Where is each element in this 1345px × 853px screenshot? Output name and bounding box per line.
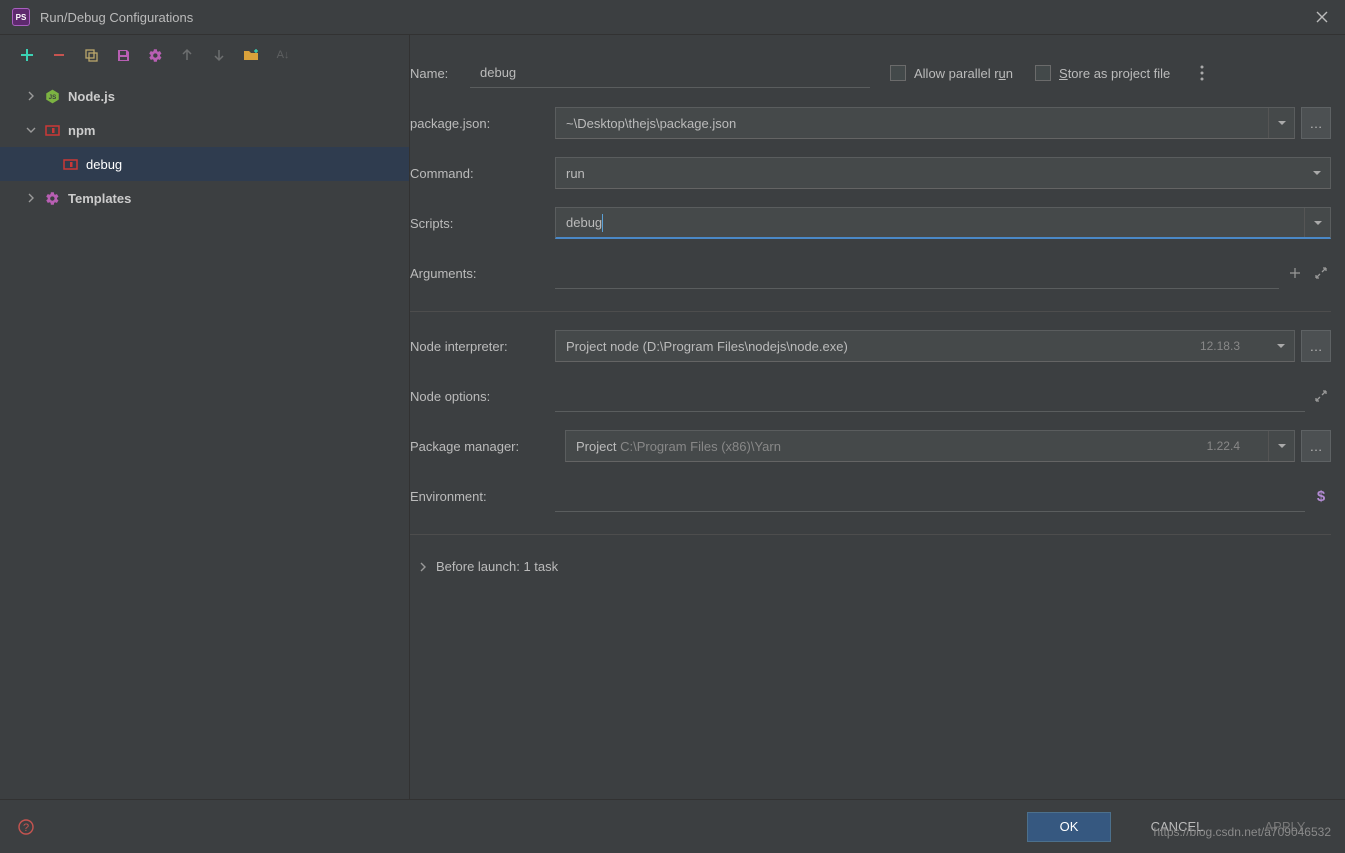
config-form: Name: debug Allow parallel run Store as … xyxy=(410,35,1345,799)
divider xyxy=(410,534,1331,535)
package-manager-select[interactable]: Project C:\Program Files (x86)\Yarn 1.22… xyxy=(565,430,1295,462)
allow-parallel-checkbox[interactable]: Allow parallel run xyxy=(890,65,1013,81)
package-json-label: package.json: xyxy=(410,116,555,131)
divider xyxy=(410,311,1331,312)
row-package-json: package.json: ~\Desktop\thejs\package.js… xyxy=(410,103,1331,143)
name-input[interactable]: debug xyxy=(470,58,870,88)
chevron-right-icon xyxy=(24,191,38,205)
tree-label: Node.js xyxy=(68,89,115,104)
svg-text:JS: JS xyxy=(48,94,56,101)
before-launch-label: Before launch: 1 task xyxy=(436,559,558,574)
ok-button[interactable]: OK xyxy=(1027,812,1111,842)
package-json-input[interactable]: ~\Desktop\thejs\package.json xyxy=(555,107,1295,139)
window-title: Run/Debug Configurations xyxy=(40,10,1311,25)
checkbox-box xyxy=(890,65,906,81)
insert-macro-icon[interactable] xyxy=(1285,263,1305,283)
watermark: https://blog.csdn.net/a709046532 xyxy=(1154,825,1331,839)
sidebar-toolbar: A↓ xyxy=(0,35,409,75)
node-interpreter-label: Node interpreter: xyxy=(410,339,555,354)
row-package-manager: Package manager: Project C:\Program File… xyxy=(410,426,1331,466)
app-icon: PS xyxy=(12,8,30,26)
chevron-down-icon[interactable] xyxy=(1304,208,1330,237)
arguments-label: Arguments: xyxy=(410,266,555,281)
settings-wrench-icon[interactable] xyxy=(146,46,164,64)
command-select[interactable]: run xyxy=(555,157,1331,189)
close-button[interactable] xyxy=(1311,6,1333,28)
scripts-input[interactable]: debug xyxy=(555,207,1331,239)
nodejs-icon: JS xyxy=(44,88,60,104)
save-icon[interactable] xyxy=(114,46,132,64)
node-interpreter-select[interactable]: Project node (D:\Program Files\nodejs\no… xyxy=(555,330,1295,362)
row-command: Command: run xyxy=(410,153,1331,193)
node-version: 12.18.3 xyxy=(1200,339,1240,353)
top-options: Allow parallel run Store as project file xyxy=(890,65,1204,81)
npm-icon xyxy=(44,122,60,138)
tree-item-templates[interactable]: Templates xyxy=(0,181,409,215)
folder-icon[interactable] xyxy=(242,46,260,64)
remove-icon[interactable] xyxy=(50,46,68,64)
chevron-right-icon xyxy=(24,89,38,103)
chevron-down-icon[interactable] xyxy=(1268,331,1294,361)
move-up-icon xyxy=(178,46,196,64)
node-options-input[interactable] xyxy=(555,380,1305,412)
titlebar: PS Run/Debug Configurations xyxy=(0,0,1345,35)
sort-icon: A↓ xyxy=(274,46,292,64)
tree-item-debug[interactable]: debug xyxy=(0,147,409,181)
copy-icon[interactable] xyxy=(82,46,100,64)
npm-icon xyxy=(62,156,78,172)
node-options-label: Node options: xyxy=(410,389,555,404)
dialog-footer: ? OK CANCEL APPLY xyxy=(0,799,1345,853)
tree-item-nodejs[interactable]: JS Node.js xyxy=(0,79,409,113)
tree-item-npm[interactable]: npm xyxy=(0,113,409,147)
main-area: A↓ JS Node.js npm xyxy=(0,35,1345,799)
name-label: Name: xyxy=(410,66,470,81)
browse-button[interactable]: … xyxy=(1301,107,1331,139)
browse-button[interactable]: … xyxy=(1301,430,1331,462)
yarn-version: 1.22.4 xyxy=(1207,439,1240,453)
command-label: Command: xyxy=(410,166,555,181)
text-caret xyxy=(602,214,603,232)
row-arguments: Arguments: xyxy=(410,253,1331,293)
row-scripts: Scripts: debug xyxy=(410,203,1331,243)
expand-icon[interactable] xyxy=(1311,386,1331,406)
env-vars-icon[interactable]: $ xyxy=(1311,486,1331,506)
sidebar: A↓ JS Node.js npm xyxy=(0,35,410,799)
arguments-input[interactable] xyxy=(555,257,1279,289)
checkbox-box xyxy=(1035,65,1051,81)
environment-label: Environment: xyxy=(410,489,555,504)
chevron-down-icon[interactable] xyxy=(1268,108,1294,138)
before-launch-section[interactable]: Before launch: 1 task xyxy=(410,549,1331,574)
package-manager-label: Package manager: xyxy=(410,439,565,454)
environment-input[interactable] xyxy=(555,480,1305,512)
row-node-options: Node options: xyxy=(410,376,1331,416)
more-options-icon[interactable] xyxy=(1200,65,1204,81)
svg-text:?: ? xyxy=(23,822,29,834)
scripts-label: Scripts: xyxy=(410,216,555,231)
help-icon[interactable]: ? xyxy=(18,819,34,835)
row-node-interpreter: Node interpreter: Project node (D:\Progr… xyxy=(410,326,1331,366)
browse-button[interactable]: … xyxy=(1301,330,1331,362)
config-tree: JS Node.js npm debug xyxy=(0,75,409,799)
row-name: Name: debug Allow parallel run Store as … xyxy=(410,53,1331,93)
chevron-right-icon xyxy=(418,562,428,572)
chevron-down-icon[interactable] xyxy=(1268,431,1294,461)
tree-label: debug xyxy=(86,157,122,172)
tree-label: Templates xyxy=(68,191,131,206)
add-icon[interactable] xyxy=(18,46,36,64)
chevron-down-icon[interactable] xyxy=(1304,158,1330,188)
chevron-down-icon xyxy=(24,123,38,137)
move-down-icon xyxy=(210,46,228,64)
gear-icon xyxy=(44,190,60,206)
tree-label: npm xyxy=(68,123,95,138)
store-project-file-checkbox[interactable]: Store as project file xyxy=(1035,65,1170,81)
row-environment: Environment: $ xyxy=(410,476,1331,516)
expand-icon[interactable] xyxy=(1311,263,1331,283)
